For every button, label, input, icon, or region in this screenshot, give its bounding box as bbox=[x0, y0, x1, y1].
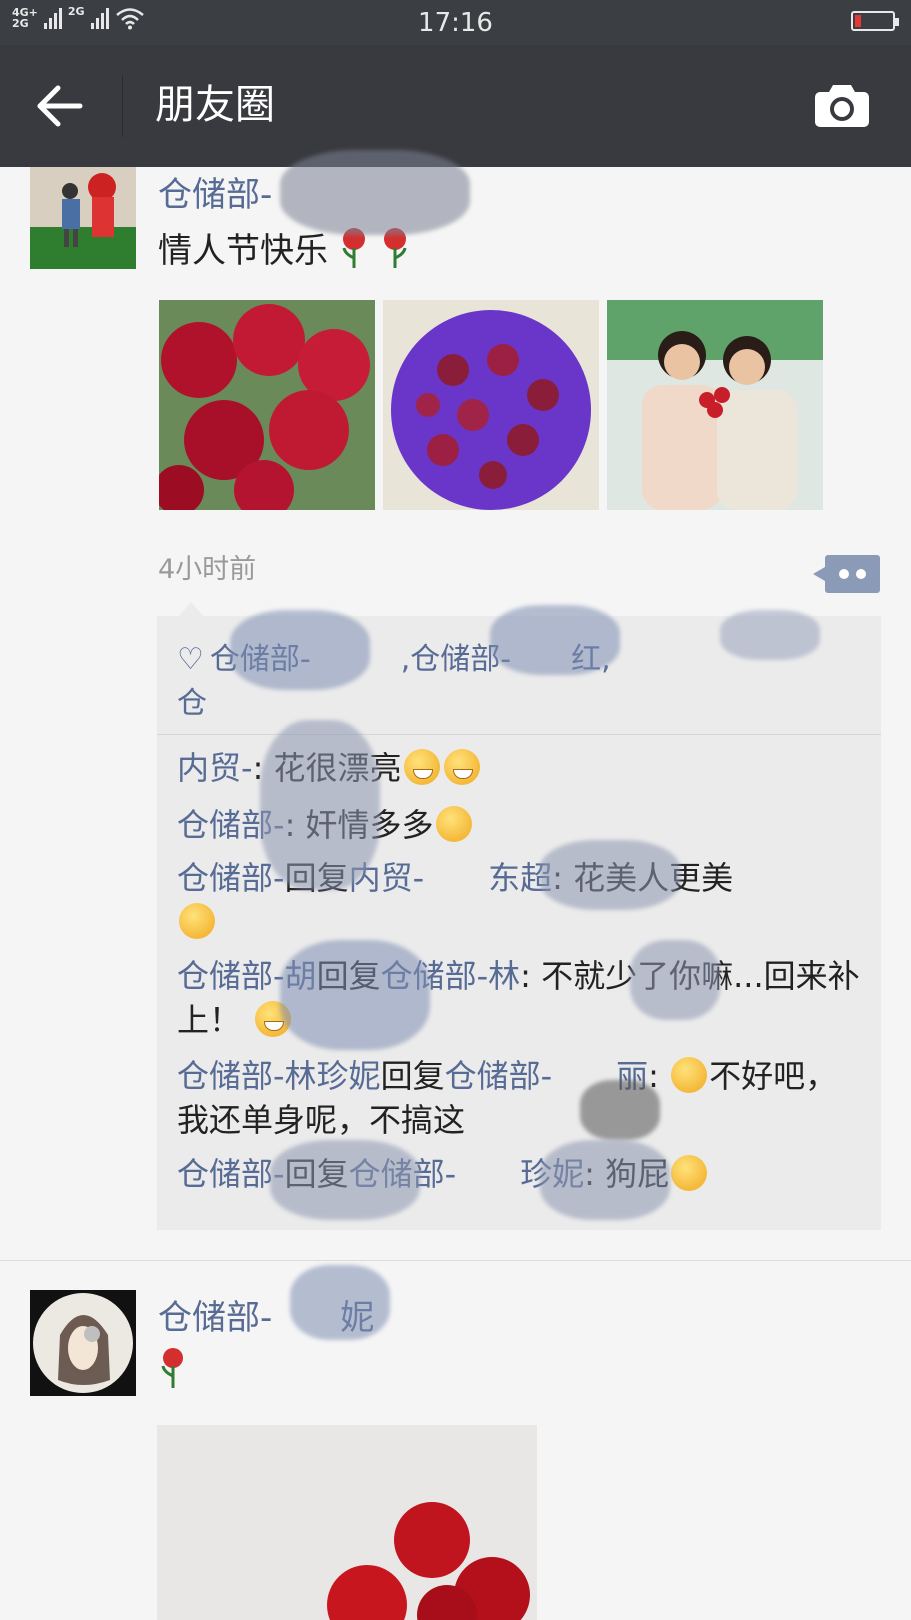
redaction-scribble bbox=[280, 150, 470, 235]
rose-icon bbox=[161, 1348, 183, 1388]
heart-icon: ♡ bbox=[177, 642, 204, 677]
post-text bbox=[158, 1346, 188, 1391]
redaction-scribble bbox=[540, 1140, 670, 1220]
comment-item[interactable]: 仓储部-林珍妮回复仓储部- 丽: 不好吧，我还单身呢，不搞这 bbox=[177, 1054, 867, 1142]
post-photo-roses[interactable] bbox=[157, 1425, 537, 1620]
nav-bar: 朋友圈 bbox=[0, 45, 911, 167]
redaction-scribble bbox=[270, 1140, 420, 1220]
post-text-content: 情人节快乐 bbox=[158, 231, 328, 271]
more-actions-button[interactable] bbox=[813, 555, 880, 593]
nav-divider bbox=[122, 75, 123, 137]
post-author[interactable]: 仓储部- bbox=[158, 167, 272, 216]
page-title: 朋友圈 bbox=[155, 82, 275, 128]
camera-icon[interactable] bbox=[813, 83, 871, 129]
comment-sep: : bbox=[520, 957, 542, 995]
avatar[interactable] bbox=[30, 167, 136, 269]
laugh-emoji-icon bbox=[179, 903, 215, 939]
redaction-scribble bbox=[720, 610, 820, 660]
avatar[interactable] bbox=[30, 1290, 136, 1396]
likes-divider bbox=[157, 734, 881, 735]
post-divider bbox=[0, 1260, 911, 1261]
post-time: 4小时前 bbox=[158, 554, 257, 585]
redaction-scribble bbox=[630, 940, 720, 1020]
puzzled-emoji-icon bbox=[671, 1155, 708, 1191]
redaction-scribble bbox=[580, 1080, 660, 1140]
grin-emoji-icon bbox=[443, 749, 480, 785]
redaction-scribble bbox=[540, 840, 680, 910]
redaction-scribble bbox=[230, 610, 370, 690]
likes-names-line2[interactable]: 仓 bbox=[177, 686, 207, 721]
grin-emoji-icon bbox=[403, 749, 440, 785]
post-photo-bouquet[interactable] bbox=[383, 300, 599, 510]
status-bar: 4G+ 2G 2G 17:16 bbox=[0, 0, 911, 45]
comment-box: ♡仓储部- ,仓储部- 红, 仓 内贸-: 花很漂亮 仓储部-: 奸情多多 仓储… bbox=[157, 602, 881, 1230]
moment-post: 仓储部- 妮 bbox=[0, 1290, 911, 1620]
comment-author[interactable]: 仓储部- bbox=[177, 1155, 285, 1193]
redaction-scribble bbox=[490, 605, 620, 675]
post-photo-roses[interactable] bbox=[159, 300, 375, 510]
kiss-emoji-icon bbox=[671, 1057, 708, 1093]
comment-author[interactable]: 仓储部- bbox=[177, 859, 285, 897]
smirk-emoji-icon bbox=[435, 806, 472, 842]
comment-author[interactable]: 内贸- bbox=[177, 749, 253, 787]
battery-icon bbox=[851, 11, 899, 31]
redaction-scribble bbox=[280, 940, 430, 1050]
post-photo-people[interactable] bbox=[607, 300, 823, 510]
comment-reply-target[interactable]: 内贸- 东超 bbox=[349, 859, 553, 897]
reply-word: 回复 bbox=[380, 1057, 445, 1095]
redaction-scribble bbox=[260, 720, 380, 890]
status-time: 17:16 bbox=[418, 8, 493, 38]
comment-author[interactable]: 仓储部-林珍妮 bbox=[177, 1057, 381, 1095]
back-arrow-icon[interactable] bbox=[34, 83, 86, 129]
redaction-scribble bbox=[290, 1265, 390, 1340]
